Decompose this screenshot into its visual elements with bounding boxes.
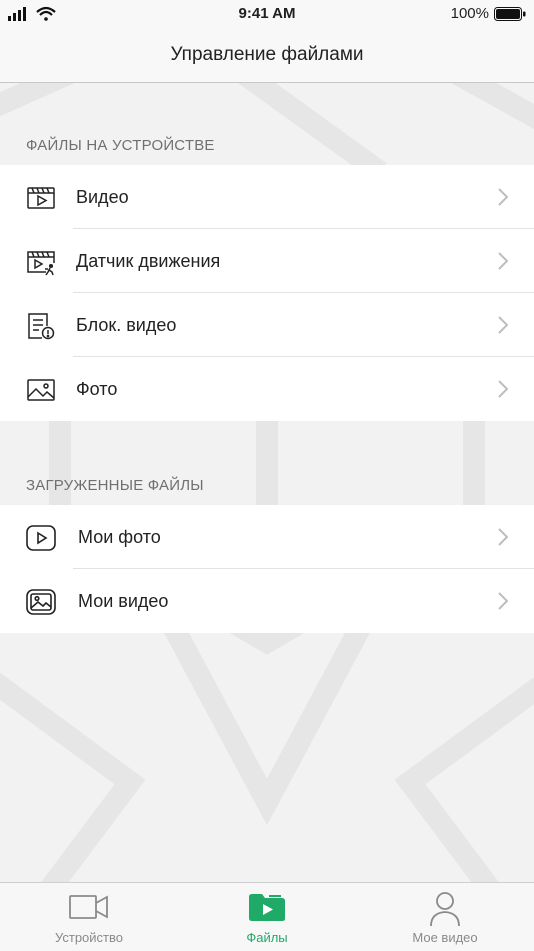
list-item-label: Фото: [76, 378, 118, 399]
list-item-photo[interactable]: Фото: [0, 357, 534, 421]
tab-device[interactable]: Устройство: [0, 883, 178, 951]
status-right: 100%: [451, 5, 526, 22]
list-item-my-videos[interactable]: Мои видео: [0, 569, 534, 633]
motion-video-icon: [27, 251, 55, 276]
page-title: Управление файлами: [170, 44, 364, 65]
tab-my-video[interactable]: Мое видео: [356, 883, 534, 951]
video-clip-icon: [27, 187, 55, 209]
list-item-video[interactable]: Видео: [0, 165, 534, 229]
list-item-label: Блок. видео: [76, 314, 177, 335]
tab-label: Файлы: [246, 930, 288, 945]
camera-icon: [69, 895, 108, 919]
list-item-label: Мои видео: [78, 590, 169, 611]
folder-play-icon: [249, 894, 285, 921]
chevron-right-icon: [498, 252, 508, 270]
list-item-label: Видео: [76, 186, 129, 207]
battery-icon: [494, 6, 526, 21]
locked-video-icon: [28, 313, 55, 340]
list-item-my-photos[interactable]: Мои фото: [0, 505, 534, 569]
chevron-right-icon: [498, 528, 508, 546]
tab-label: Мое видео: [412, 930, 478, 945]
section-header-device-files: ФАЙЛЫ НА УСТРОЙСТВЕ: [26, 137, 215, 154]
list-item-motion-sensor[interactable]: Датчик движения: [0, 229, 534, 293]
person-icon: [430, 892, 460, 927]
list-item-locked-video[interactable]: Блок. видео: [0, 293, 534, 357]
device-files-list: Видео Датчик движения Блок. видео Фото: [0, 165, 534, 421]
downloaded-files-list: Мои фото Мои видео: [0, 505, 534, 633]
photo-icon: [27, 379, 55, 401]
chevron-right-icon: [498, 188, 508, 206]
play-circle-icon: [26, 525, 56, 551]
chevron-right-icon: [498, 380, 508, 398]
navigation-bar: Управление файлами: [0, 28, 534, 83]
list-item-label: Датчик движения: [76, 250, 221, 271]
section-header-downloaded-files: ЗАГРУЖЕННЫЕ ФАЙЛЫ: [26, 477, 204, 494]
chevron-right-icon: [498, 592, 508, 610]
image-icon: [26, 589, 56, 615]
tab-files[interactable]: Файлы: [178, 883, 356, 951]
status-bar: 9:41 AM 100%: [0, 0, 534, 28]
list-item-label: Мои фото: [78, 526, 161, 547]
tab-bar: Устройство Файлы Мое видео: [0, 882, 534, 951]
tab-label: Устройство: [54, 930, 123, 945]
battery-percent: 100%: [450, 5, 489, 22]
chevron-right-icon: [498, 316, 508, 334]
